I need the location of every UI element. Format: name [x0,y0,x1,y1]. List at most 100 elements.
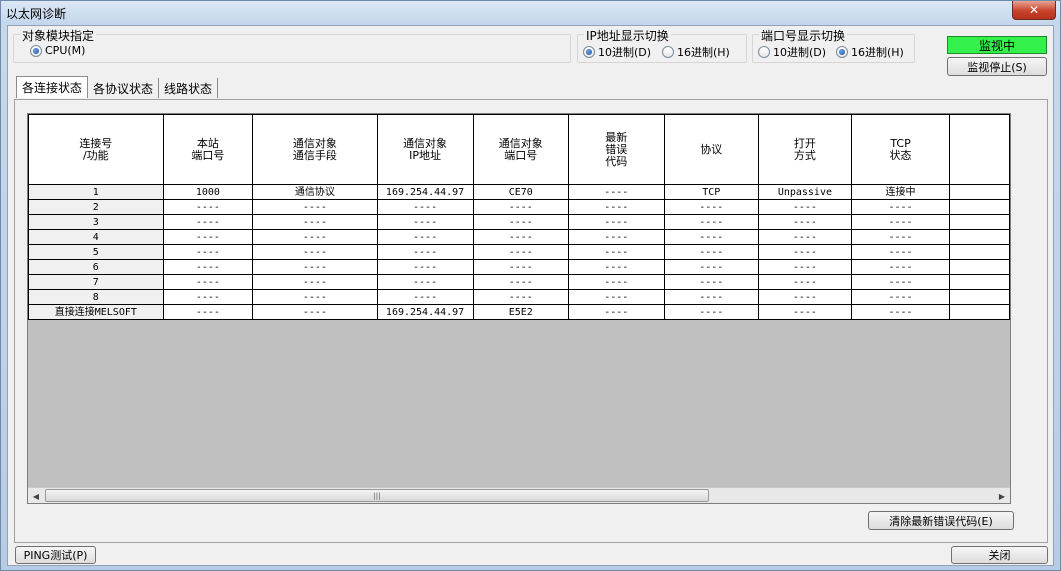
cell-tcp-status: ---- [850,289,951,305]
diagnostics-window: 以太网诊断 ✕ 对象模块指定 CPU(M) IP地址显示切换 10进制(D) 1… [0,0,1061,571]
window-close-button[interactable]: ✕ [1012,1,1056,20]
col-header-remote-ip: 通信对象 IP地址 [376,114,474,185]
cell-remote-ip: 169.254.44.97 [376,184,474,200]
cell-remote-ip: ---- [376,244,474,260]
col-header-remote-port: 通信对象 端口号 [472,114,570,185]
table-row[interactable]: 1 1000 通信协议 169.254.44.97 CE70 ---- TCP Unpassi… [28,184,1010,200]
col-header-latest-error: 最新 错误 代码 [568,114,665,185]
cell-open-method: ---- [758,259,852,275]
table-row[interactable]: 7 ---- ---- ---- ---- ---- ---- ---- ---- [28,274,1010,290]
cell-protocol: ---- [663,259,760,275]
table-row[interactable]: 5 ---- ---- ---- ---- ---- ---- ---- ---- [28,244,1010,260]
port-display-decimal-label: 10进制(D) [773,46,827,59]
cell-tcp-status: ---- [850,214,951,230]
scroll-left-icon[interactable]: ◀ [28,488,44,503]
cell-protocol: TCP [663,184,760,200]
table-row[interactable]: 6 ---- ---- ---- ---- ---- ---- ---- ---- [28,259,1010,275]
cell-connection-no: 2 [28,199,164,215]
cell-connection-no: 8 [28,289,164,305]
cell-remote-ip: ---- [376,289,474,305]
cell-open-method: ---- [758,304,852,320]
cell-local-port: ---- [162,199,254,215]
cell-local-port: 1000 [162,184,254,200]
table-row[interactable]: 3 ---- ---- ---- ---- ---- ---- ---- ---- [28,214,1010,230]
col-header-local-port: 本站 端口号 [162,114,254,185]
cell-remote-ip: ---- [376,214,474,230]
cell-remote-port: CE70 [472,184,570,200]
cell-connection-no: 5 [28,244,164,260]
cell-local-port: ---- [162,244,254,260]
cell-protocol: ---- [663,244,760,260]
tab-connection-status[interactable]: 各连接状态 [16,76,89,98]
cell-remote-ip: ---- [376,259,474,275]
cell-local-port: ---- [162,229,254,245]
cell-extra [949,199,1010,215]
cell-connection-no: 7 [28,274,164,290]
table-body: 1 1000 通信协议 169.254.44.97 CE70 ---- TCP Unpassi… [28,184,1010,320]
table-row[interactable]: 8 ---- ---- ---- ---- ---- ---- ---- ---- [28,289,1010,305]
ip-display-title: IP地址显示切换 [584,27,671,44]
cell-comm-means: ---- [252,259,378,275]
cell-extra [949,244,1010,260]
col-header-connection-no: 连接号 /功能 [28,114,164,185]
cell-latest-error: ---- [568,259,665,275]
cell-comm-means: ---- [252,244,378,260]
ip-display-hex-radio[interactable]: 16进制(H) [662,44,730,60]
cell-open-method: ---- [758,214,852,230]
cell-remote-ip: ---- [376,199,474,215]
monitor-stop-button[interactable]: 监视停止(S) [947,57,1047,76]
table-row[interactable]: 2 ---- ---- ---- ---- ---- ---- ---- ---- [28,199,1010,215]
cell-remote-port: ---- [472,214,570,230]
cell-latest-error: ---- [568,274,665,290]
cell-protocol: ---- [663,274,760,290]
dialog-client-area: 对象模块指定 CPU(M) IP地址显示切换 10进制(D) 16进制(H) 端… [7,25,1054,566]
monitor-status-indicator: 监视中 [947,36,1047,54]
cell-local-port: ---- [162,289,254,305]
ip-display-decimal-radio[interactable]: 10进制(D) [583,44,651,60]
cell-extra [949,274,1010,290]
cell-open-method: ---- [758,199,852,215]
radio-selected-icon [583,46,595,58]
cell-extra [949,214,1010,230]
radio-selected-icon [836,46,848,58]
scrollbar-thumb[interactable]: ||| [45,489,709,502]
close-button[interactable]: 关闭 [951,546,1048,564]
cell-local-port: ---- [162,259,254,275]
cell-latest-error: ---- [568,199,665,215]
cell-open-method: ---- [758,229,852,245]
scroll-right-icon[interactable]: ▶ [994,488,1010,503]
cell-remote-port: ---- [472,244,570,260]
cell-local-port: ---- [162,304,254,320]
cell-open-method: ---- [758,289,852,305]
ip-display-decimal-label: 10进制(D) [598,46,652,59]
table-row[interactable]: 4 ---- ---- ---- ---- ---- ---- ---- ---- [28,229,1010,245]
ping-test-button[interactable]: PING测试(P) [15,546,96,564]
port-display-decimal-radio[interactable]: 10进制(D) [758,44,826,60]
cell-comm-means: ---- [252,289,378,305]
cell-connection-no: 6 [28,259,164,275]
table-row[interactable]: 直接连接MELSOFT ---- ---- 169.254.44.97 E5E2 ----… [28,304,1010,320]
tab-protocol-status[interactable]: 各协议状态 [88,78,160,98]
cell-remote-ip: ---- [376,274,474,290]
cell-tcp-status: ---- [850,259,951,275]
connection-table: 连接号 /功能 本站 端口号 通信对象 通信手段 通信对象 IP地址 通信对象 … [28,114,1010,320]
cell-latest-error: ---- [568,184,665,200]
tab-line-status[interactable]: 线路状态 [159,78,219,98]
cell-latest-error: ---- [568,214,665,230]
cell-comm-means: ---- [252,304,378,320]
connection-grid[interactable]: 连接号 /功能 本站 端口号 通信对象 通信手段 通信对象 IP地址 通信对象 … [27,113,1011,504]
cell-connection-no: 3 [28,214,164,230]
clear-latest-error-button[interactable]: 清除最新错误代码(E) [868,511,1014,530]
port-display-title: 端口号显示切换 [759,27,848,44]
cell-latest-error: ---- [568,244,665,260]
cell-comm-means: ---- [252,214,378,230]
title-bar[interactable]: 以太网诊断 ✕ [1,1,1060,25]
cell-tcp-status: ---- [850,274,951,290]
horizontal-scrollbar[interactable]: ◀ ||| ▶ [28,487,1010,503]
ip-display-hex-label: 16进制(H) [677,46,730,59]
cell-extra [949,304,1010,320]
cell-tcp-status: 连接中 [850,184,951,200]
port-display-hex-radio[interactable]: 16进制(H) [836,44,904,60]
cell-local-port: ---- [162,274,254,290]
target-module-cpu-radio[interactable]: CPU(M) [30,44,85,57]
